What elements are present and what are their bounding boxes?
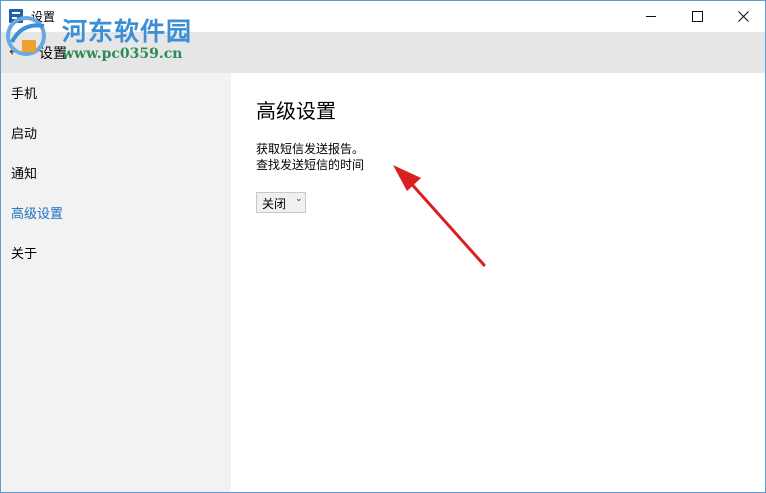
settings-window: 设置 ← 设置 手机 启动 通知 高级设置 关于 高级设置 获取短信发送报告。 … bbox=[0, 0, 766, 493]
minimize-icon bbox=[646, 16, 656, 17]
close-button[interactable] bbox=[720, 1, 765, 32]
maximize-icon bbox=[691, 11, 703, 22]
close-icon bbox=[737, 11, 749, 22]
sidebar-item-notifications[interactable]: 通知 bbox=[11, 165, 37, 185]
watermark-logo bbox=[6, 16, 46, 56]
main-content: 高级设置 获取短信发送报告。 查找发送短信的时间 关闭 ⌄ bbox=[231, 73, 765, 492]
delivery-report-dropdown[interactable]: 关闭 ⌄ bbox=[256, 192, 306, 213]
page-title: 高级设置 bbox=[256, 99, 336, 123]
maximize-button[interactable] bbox=[674, 1, 720, 32]
minimize-button[interactable] bbox=[628, 1, 674, 32]
chevron-down-icon: ⌄ bbox=[295, 194, 303, 204]
sidebar-item-startup[interactable]: 启动 bbox=[11, 125, 37, 145]
sidebar: 手机 启动 通知 高级设置 关于 bbox=[1, 73, 231, 492]
sidebar-item-advanced[interactable]: 高级设置 bbox=[11, 205, 63, 225]
dropdown-value: 关闭 bbox=[262, 197, 287, 211]
setting-description-line1: 获取短信发送报告。 bbox=[256, 142, 365, 156]
setting-description-line2: 查找发送短信的时间 bbox=[256, 158, 365, 172]
sidebar-item-phone[interactable]: 手机 bbox=[11, 85, 37, 105]
watermark-site-name: 河东软件园 bbox=[62, 17, 193, 46]
sidebar-item-about[interactable]: 关于 bbox=[11, 245, 37, 265]
watermark-url: www.pc0359.cn bbox=[62, 46, 183, 62]
